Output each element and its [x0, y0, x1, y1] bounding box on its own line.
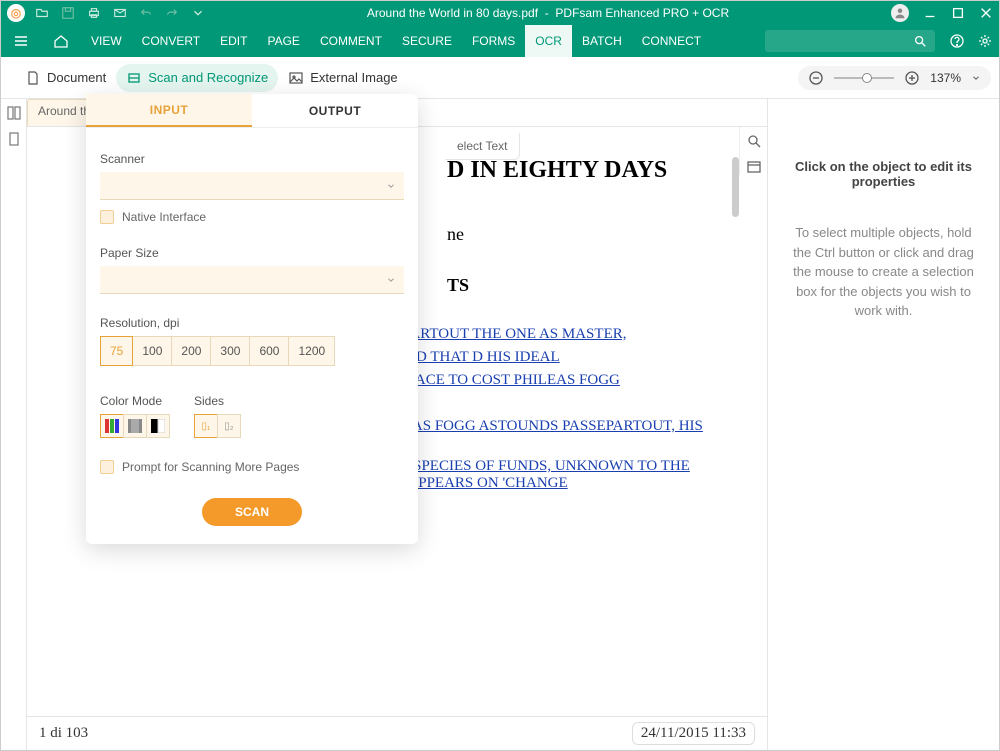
save-icon[interactable]: [61, 6, 75, 20]
menu-view[interactable]: VIEW: [81, 25, 132, 57]
zoom-out-icon[interactable]: [808, 70, 824, 86]
menu-forms[interactable]: FORMS: [462, 25, 525, 57]
maximize-icon[interactable]: [951, 6, 965, 20]
chevron-down-icon[interactable]: [191, 6, 205, 20]
contents-heading: TS: [447, 275, 727, 296]
home-icon[interactable]: [41, 33, 81, 49]
menu-bar: VIEWCONVERTEDITPAGECOMMENTSECUREFORMSOCR…: [1, 25, 999, 57]
menu-convert[interactable]: CONVERT: [132, 25, 210, 57]
chevron-down-icon[interactable]: [971, 73, 981, 83]
ocr-tab-input[interactable]: INPUT: [86, 94, 252, 127]
chevron-down-icon: [386, 181, 396, 191]
scanner-icon: [126, 70, 142, 86]
zoom-value: 137%: [930, 71, 961, 85]
dpi-100[interactable]: 100: [132, 336, 172, 366]
prop-heading: Click on the object to edit its properti…: [786, 159, 981, 189]
menu-secure[interactable]: SECURE: [392, 25, 462, 57]
ocr-panel: INPUT OUTPUT Scanner Native Interface Pa…: [86, 94, 418, 544]
page-footer: 1 di 103 24/11/2015 11:33: [27, 716, 767, 750]
page-icon[interactable]: [6, 131, 22, 147]
zoom-control[interactable]: 137%: [798, 66, 991, 90]
color-mode-bw[interactable]: [146, 414, 170, 438]
open-icon[interactable]: [35, 6, 49, 20]
minimize-icon[interactable]: [923, 6, 937, 20]
menu-batch[interactable]: BATCH: [572, 25, 632, 57]
undo-icon[interactable]: [139, 6, 153, 20]
zoom-in-icon[interactable]: [904, 70, 920, 86]
window-title: Around the World in 80 days.pdf - PDFsam…: [205, 6, 891, 20]
dpi-300[interactable]: 300: [210, 336, 250, 366]
dpi-1200[interactable]: 1200: [288, 336, 335, 366]
properties-panel: Click on the object to edit its properti…: [767, 99, 999, 750]
close-icon[interactable]: [979, 6, 993, 20]
document-icon: [25, 70, 41, 86]
doc-title: D IN EIGHTY DAYS: [447, 157, 727, 184]
resolution-label: Resolution, dpi: [100, 316, 404, 330]
title-bar: ◎ Around the World in 80 days.pdf - PDFs…: [1, 1, 999, 25]
prompt-more-checkbox[interactable]: [100, 460, 114, 474]
print-icon[interactable]: [87, 6, 101, 20]
scanner-label: Scanner: [100, 152, 404, 166]
search-icon: [913, 34, 927, 48]
dpi-600[interactable]: 600: [249, 336, 289, 366]
search-box[interactable]: [765, 30, 935, 52]
help-icon[interactable]: [943, 33, 971, 49]
external-image-tab[interactable]: External Image: [278, 64, 407, 92]
color-mode-color[interactable]: [100, 414, 124, 438]
native-interface-label: Native Interface: [122, 210, 206, 224]
menu-ocr[interactable]: OCR: [525, 25, 572, 57]
prompt-more-label: Prompt for Scanning More Pages: [122, 460, 299, 474]
paper-size-select[interactable]: [100, 266, 404, 294]
document-tab[interactable]: Document: [15, 64, 116, 92]
color-mode-gray[interactable]: [123, 414, 147, 438]
page-number: 1 di 103: [39, 725, 88, 742]
scan-button[interactable]: SCAN: [202, 498, 302, 526]
zoom-slider[interactable]: [834, 77, 894, 79]
menu-connect[interactable]: CONNECT: [632, 25, 711, 57]
sides-double[interactable]: ▯₂: [217, 414, 241, 438]
ocr-sub-toolbar: Document Scan and Recognize External Ima…: [1, 57, 999, 99]
search-icon[interactable]: [746, 133, 762, 149]
ocr-tab-output[interactable]: OUTPUT: [252, 94, 418, 127]
scan-recognize-tab[interactable]: Scan and Recognize: [116, 64, 278, 92]
native-interface-checkbox[interactable]: [100, 210, 114, 224]
thumbnails-icon[interactable]: [6, 105, 22, 121]
dpi-200[interactable]: 200: [171, 336, 211, 366]
color-mode-label: Color Mode: [100, 394, 170, 408]
image-icon: [288, 70, 304, 86]
app-logo: ◎: [7, 4, 25, 22]
sides-single[interactable]: ▯₁: [194, 414, 218, 438]
hamburger-icon[interactable]: [1, 33, 41, 49]
panel-icon[interactable]: [746, 159, 762, 175]
mail-icon[interactable]: [113, 6, 127, 20]
timestamp: 24/11/2015 11:33: [632, 722, 755, 745]
redo-icon[interactable]: [165, 6, 179, 20]
paper-size-label: Paper Size: [100, 246, 404, 260]
user-avatar[interactable]: [891, 4, 909, 22]
prop-help-text: To select multiple objects, hold the Ctr…: [786, 223, 981, 321]
menu-comment[interactable]: COMMENT: [310, 25, 392, 57]
left-nav: [1, 99, 27, 750]
scrollbar[interactable]: [732, 157, 739, 217]
doc-author: ne: [447, 224, 727, 245]
scanner-select[interactable]: [100, 172, 404, 200]
gear-icon[interactable]: [971, 33, 999, 49]
sides-label: Sides: [194, 394, 241, 408]
dpi-75[interactable]: 75: [100, 336, 133, 366]
menu-edit[interactable]: EDIT: [210, 25, 257, 57]
select-text-tool[interactable]: elect Text: [445, 133, 520, 160]
menu-page[interactable]: PAGE: [257, 25, 309, 57]
chevron-down-icon: [386, 275, 396, 285]
